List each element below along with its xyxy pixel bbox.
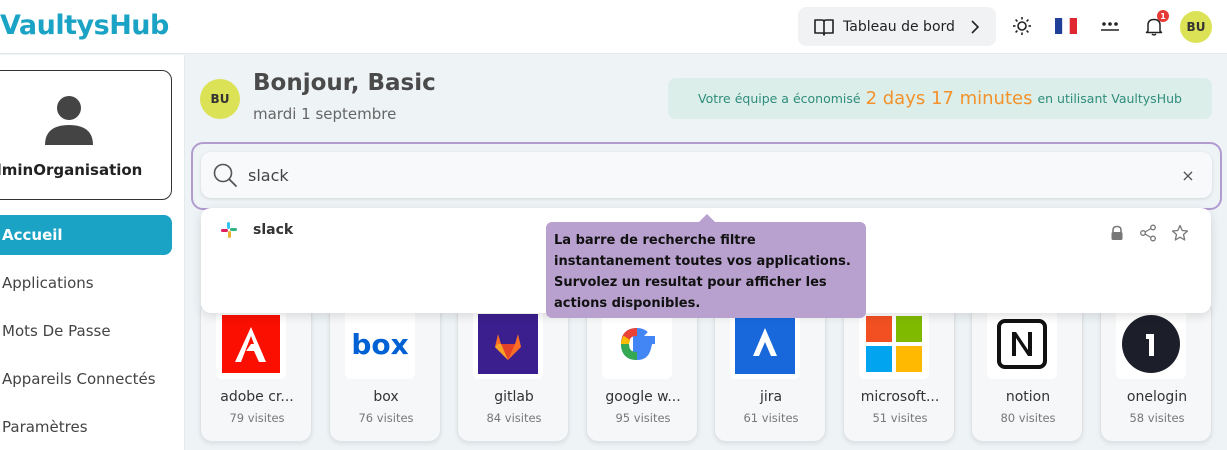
sun-icon bbox=[1013, 17, 1031, 35]
search-tooltip: La barre de recherche filtre instantanem… bbox=[546, 222, 866, 318]
savings-time: 2 days 17 minutes bbox=[865, 88, 1033, 109]
password-dots-icon bbox=[1101, 22, 1119, 31]
app-tile-adobe[interactable]: adobe cr... 79 visites bbox=[200, 300, 312, 442]
app-visits: 61 visites bbox=[743, 411, 799, 425]
user-avatar[interactable]: BU bbox=[1180, 11, 1212, 43]
dashboard-button[interactable]: Tableau de bord bbox=[798, 7, 996, 46]
svg-text:box: box bbox=[351, 328, 408, 361]
sidebar-nav: Accueil Applications Mots De Passe Appar… bbox=[0, 215, 172, 450]
french-flag-icon bbox=[1055, 18, 1077, 34]
notifications-button[interactable]: 1 bbox=[1142, 10, 1169, 38]
search-icon bbox=[213, 163, 237, 187]
slack-icon bbox=[221, 222, 237, 238]
app-visits: 84 visites bbox=[486, 411, 542, 425]
search-result-actions bbox=[1109, 224, 1189, 246]
app-tile-box[interactable]: box box 76 visites bbox=[329, 300, 441, 442]
notification-badge: 1 bbox=[1157, 10, 1169, 22]
app-visits: 51 visites bbox=[872, 411, 928, 425]
search-highlight: × bbox=[191, 142, 1222, 210]
clear-search-button[interactable]: × bbox=[1176, 163, 1200, 187]
google-icon bbox=[620, 327, 655, 361]
sidebar-item-label: Paramètres bbox=[2, 418, 88, 436]
close-icon: × bbox=[1181, 165, 1195, 185]
box-icon: box bbox=[351, 328, 408, 361]
password-button[interactable] bbox=[1098, 14, 1122, 38]
app-visits: 58 visites bbox=[1129, 411, 1185, 425]
sidebar-item-accueil[interactable]: Accueil bbox=[0, 215, 172, 255]
onelogin-icon bbox=[1122, 315, 1180, 373]
top-bar: VaultysHub Tableau de bord 1 BU bbox=[0, 0, 1227, 54]
app-visits: 80 visites bbox=[1000, 411, 1056, 425]
app-tile-notion[interactable]: notion 80 visites bbox=[971, 300, 1083, 442]
app-name: jira bbox=[759, 389, 783, 405]
book-icon bbox=[814, 18, 834, 36]
profile-card[interactable]: dminOrganisation bbox=[0, 70, 172, 200]
greeting-title: Bonjour, Basic bbox=[253, 70, 436, 96]
app-tile-microsoft[interactable]: microsoft... 51 visites bbox=[843, 300, 955, 442]
app-name: onelogin bbox=[1126, 389, 1188, 405]
chevron-right-icon bbox=[971, 19, 980, 34]
adobe-icon bbox=[222, 315, 280, 373]
app-tile-jira[interactable]: jira 61 visites bbox=[714, 300, 826, 442]
lock-button[interactable] bbox=[1109, 225, 1125, 245]
app-visits: 76 visites bbox=[358, 411, 414, 425]
app-name: google w... bbox=[605, 389, 681, 405]
app-name: gitlab bbox=[494, 389, 534, 405]
search-bar: × bbox=[201, 152, 1212, 198]
theme-toggle-button[interactable] bbox=[1010, 14, 1034, 38]
sidebar: dminOrganisation Accueil Applications Mo… bbox=[0, 55, 185, 450]
savings-prefix: Votre équipe a économisé bbox=[698, 91, 861, 106]
greeting-date: mardi 1 septembre bbox=[253, 105, 397, 123]
profile-name: dminOrganisation bbox=[0, 161, 143, 179]
search-result-label: slack bbox=[253, 222, 294, 238]
notion-icon bbox=[997, 319, 1047, 369]
language-button[interactable] bbox=[1054, 14, 1078, 38]
app-name: microsoft... bbox=[860, 389, 940, 405]
gitlab-icon bbox=[478, 314, 538, 374]
jira-icon bbox=[735, 314, 795, 374]
sidebar-item-appareils-connectes[interactable]: Appareils Connectés bbox=[0, 359, 172, 399]
share-button[interactable] bbox=[1139, 224, 1157, 246]
sidebar-item-label: Applications bbox=[2, 274, 94, 292]
app-name: notion bbox=[1005, 389, 1051, 405]
search-input[interactable] bbox=[248, 155, 1176, 195]
sidebar-item-applications[interactable]: Applications bbox=[0, 263, 172, 303]
search-result-item[interactable]: slack bbox=[221, 222, 293, 238]
sidebar-item-parametres[interactable]: Paramètres bbox=[0, 407, 172, 447]
greeting-avatar: BU bbox=[200, 79, 240, 119]
microsoft-icon bbox=[866, 316, 922, 372]
sidebar-item-mots-de-passe[interactable]: Mots De Passe bbox=[0, 311, 172, 351]
savings-banner: Votre équipe a économisé 2 days 17 minut… bbox=[668, 78, 1212, 119]
favorite-button[interactable] bbox=[1171, 224, 1189, 246]
app-visits: 79 visites bbox=[229, 411, 285, 425]
app-visits: 95 visites bbox=[615, 411, 671, 425]
brand-logo[interactable]: VaultysHub bbox=[0, 10, 169, 41]
sidebar-item-label: Mots De Passe bbox=[2, 322, 111, 340]
share-icon bbox=[1140, 224, 1156, 242]
app-name: adobe cr... bbox=[220, 389, 294, 405]
app-tile-google[interactable]: google w... 95 visites bbox=[586, 300, 698, 442]
dashboard-label: Tableau de bord bbox=[843, 18, 955, 35]
savings-suffix: en utilisant VaultysHub bbox=[1037, 91, 1182, 106]
sidebar-item-label: Accueil bbox=[2, 226, 63, 244]
lock-icon bbox=[1111, 225, 1123, 240]
sidebar-item-label: Appareils Connectés bbox=[2, 370, 156, 388]
app-tile-gitlab[interactable]: gitlab 84 visites bbox=[457, 300, 569, 442]
user-icon bbox=[45, 96, 93, 145]
app-tile-onelogin[interactable]: onelogin 58 visites bbox=[1100, 300, 1212, 442]
app-name: box bbox=[373, 389, 399, 405]
star-icon bbox=[1171, 224, 1189, 241]
